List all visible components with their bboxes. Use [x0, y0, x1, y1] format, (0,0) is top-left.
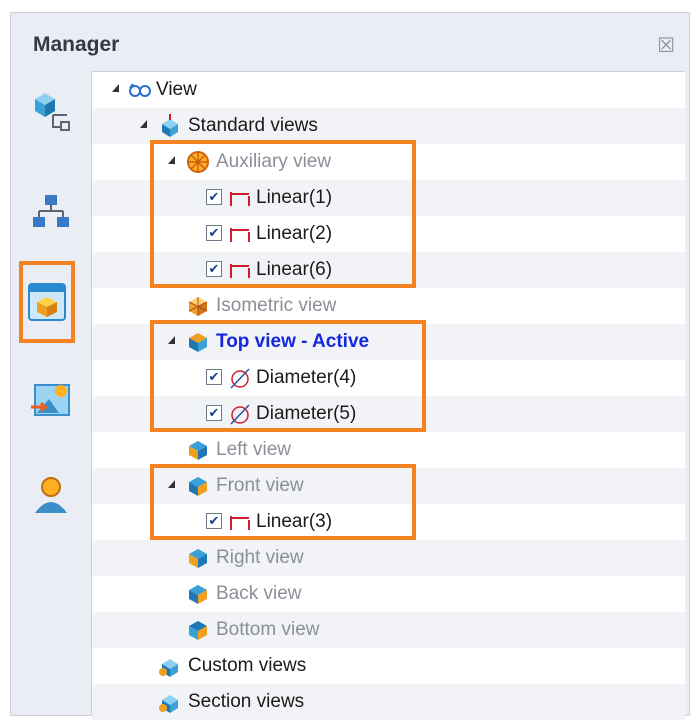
part-tree-icon[interactable]	[23, 83, 79, 139]
tree-row-isometric-view[interactable]: Isometric view	[92, 288, 685, 324]
right-view-icon	[189, 549, 207, 568]
section-views-icon	[159, 695, 178, 713]
collapse-triangle-icon[interactable]	[140, 120, 147, 128]
tree-label-custom-views: Custom views	[188, 655, 307, 676]
close-icon[interactable]: ☒	[657, 33, 675, 58]
tree-row-view[interactable]: View	[92, 72, 685, 108]
tree-row-right-view[interactable]: Right view	[92, 540, 685, 576]
tree-label-standard-views: Standard views	[188, 115, 318, 136]
tree-row-custom-views[interactable]: Custom views	[92, 648, 685, 684]
highlight-box-top-view	[150, 320, 426, 432]
tree-label-back-view: Back view	[216, 583, 302, 604]
isometric-view-icon	[188, 297, 208, 316]
tree-row-left-view[interactable]: Left view	[92, 432, 685, 468]
tree-label-bottom-view: Bottom view	[216, 619, 320, 640]
back-view-icon	[189, 585, 207, 604]
tree-label-right-view: Right view	[216, 547, 304, 568]
hierarchy-icon[interactable]	[23, 185, 79, 241]
tree-row-bottom-view[interactable]: Bottom view	[92, 612, 685, 648]
manager-panel: Manager ☒ View Standard views Auxiliary …	[10, 12, 690, 720]
export-image-icon[interactable]	[23, 371, 79, 427]
custom-views-icon	[159, 659, 178, 677]
tree-row-back-view[interactable]: Back view	[92, 576, 685, 612]
panel-title: Manager	[33, 33, 120, 56]
highlight-box-front-view	[150, 464, 416, 540]
glasses-icon	[129, 83, 151, 97]
user-icon[interactable]	[23, 467, 79, 523]
tree-label-left-view: Left view	[216, 439, 291, 460]
bottom-view-icon	[189, 621, 207, 640]
left-view-icon	[189, 441, 207, 460]
title-bar: Manager ☒	[11, 13, 689, 71]
highlight-box-auxiliary	[150, 140, 416, 288]
tree-label-isometric-view: Isometric view	[216, 295, 337, 316]
tree-label-view: View	[156, 79, 197, 100]
view-manager-icon[interactable]	[19, 261, 75, 343]
standard-views-icon	[162, 114, 178, 137]
view-tree: View Standard views Auxiliary view ✔ Lin…	[91, 71, 685, 720]
collapse-triangle-icon[interactable]	[112, 84, 119, 92]
tree-label-section-views: Section views	[188, 691, 305, 712]
sidebar	[11, 71, 89, 715]
tree-row-section-views[interactable]: Section views	[92, 684, 685, 720]
tree-row-standard-views[interactable]: Standard views	[92, 108, 685, 144]
